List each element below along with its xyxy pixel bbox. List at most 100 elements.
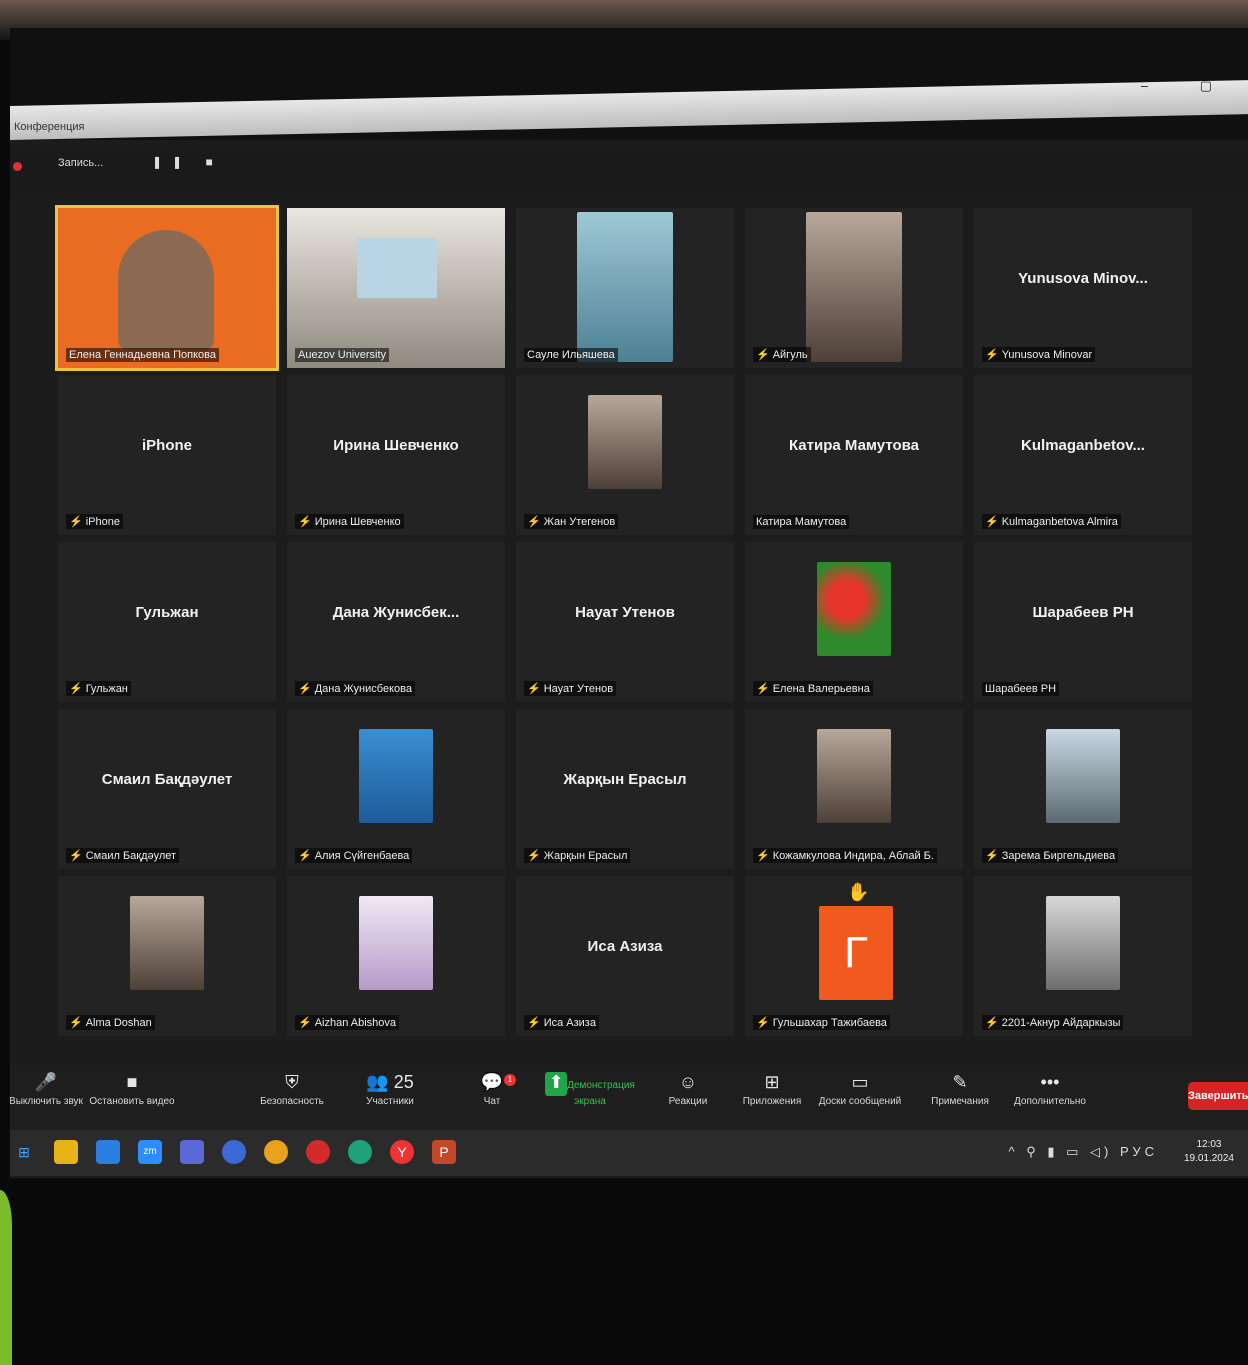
participant-label-text: Дана Жунисбекова xyxy=(314,683,412,695)
participant-label: Катира Мамутова xyxy=(753,515,850,529)
security-icon: ⛨ xyxy=(285,1072,299,1092)
participant-label-text: Ирина Шевченко xyxy=(314,516,401,528)
participant-label: ⚡ Алия Сүйгенбаева xyxy=(295,848,413,863)
participants-button[interactable]: 👥 25 Участники xyxy=(340,1072,440,1107)
participant-gallery: Елена Геннадьевна Попкова Auezov Universi… xyxy=(55,205,1206,1048)
notes-icon: ✎ xyxy=(952,1072,968,1092)
participant-name: Науат Утенов xyxy=(575,604,675,621)
participant-label-text: Жан Утегенов xyxy=(543,516,616,528)
participant-label-text: Алия Сүйгенбаева xyxy=(314,850,410,862)
start-icon[interactable]: ⊞ xyxy=(12,1140,36,1164)
store-icon[interactable] xyxy=(96,1140,120,1164)
participant-tile[interactable]: Kulmaganbetov... ⚡ Kulmaganbetova Almira xyxy=(974,375,1192,535)
participant-label: ⚡ 2201-Акнур Айдаркызы xyxy=(982,1015,1124,1030)
toolbar-label: Участники xyxy=(366,1096,414,1107)
participant-tile[interactable]: Сауле Ильяшева xyxy=(516,208,734,368)
toolbar-label: Чат xyxy=(483,1096,501,1107)
tray-icons[interactable]: ^ ⚲ ▮ ▭ ◁) xyxy=(1008,1144,1112,1159)
participant-label: Auezov University xyxy=(295,348,390,362)
participant-tile[interactable]: Дана Жунисбек... ⚡ Дана Жунисбекова xyxy=(287,542,505,702)
teams-icon[interactable] xyxy=(180,1140,204,1164)
participant-label: ⚡ Айгуль xyxy=(753,347,811,362)
participant-tile[interactable]: Г ✋ ⚡ Гульшахар Тажибаева xyxy=(745,876,963,1036)
clock-date: 19.01.2024 xyxy=(1183,1153,1234,1164)
stop-video-button[interactable]: ■ Остановить видео xyxy=(82,1072,182,1107)
browser-icon[interactable] xyxy=(222,1140,246,1164)
participant-tile[interactable]: Auezov University xyxy=(287,208,505,368)
participant-tile[interactable]: Гульжан ⚡ Гульжан xyxy=(58,542,276,702)
notes-button[interactable]: ✎ Примечания xyxy=(910,1072,1010,1107)
powerpoint-icon[interactable]: P xyxy=(432,1140,456,1164)
participant-tile[interactable]: Иса Азиза ⚡ Иса Азиза xyxy=(516,876,734,1036)
participant-video xyxy=(1046,729,1120,823)
participant-label-text: Иса Азиза xyxy=(543,1017,596,1029)
participant-name: Дана Жунисбек... xyxy=(332,604,460,621)
participant-label: ⚡ Иса Азиза xyxy=(524,1015,599,1030)
participant-tile[interactable]: Науат Утенов ⚡ Науат Утенов xyxy=(516,542,734,702)
chat-button[interactable]: 💬 Чат 1 xyxy=(442,1072,542,1107)
participant-tile[interactable]: ⚡ 2201-Акнур Айдаркызы xyxy=(974,876,1192,1036)
participant-video xyxy=(359,896,433,990)
whiteboards-button[interactable]: ▭ Доски сообщений xyxy=(810,1072,910,1107)
mic-muted-icon: ⚡ xyxy=(985,516,999,528)
participant-label-text: Елена Валерьевна xyxy=(772,683,870,695)
participant-label: Шарабеев РН xyxy=(982,682,1060,696)
participant-video xyxy=(130,896,204,990)
mic-muted-icon: ⚡ xyxy=(527,1017,541,1029)
participant-label: ⚡ iPhone xyxy=(66,514,123,529)
meeting-toolbar: Завершить 🎤 Выключить звук ■ Остановить вид… xyxy=(10,1066,1248,1130)
participant-tile[interactable]: ⚡ Айгуль xyxy=(745,208,963,368)
participant-name: Жарқын Ерасыл xyxy=(563,771,687,788)
apps-button[interactable]: ⊞ Приложения xyxy=(722,1072,822,1107)
explorer-icon[interactable] xyxy=(54,1140,78,1164)
participant-tile[interactable]: Катира Мамутова Катира Мамутова xyxy=(745,375,963,535)
participant-name: Катира Мамутова xyxy=(788,437,920,454)
chrome-icon[interactable] xyxy=(264,1140,288,1164)
mic-muted-icon: ⚡ xyxy=(527,850,541,862)
participant-tile[interactable]: ⚡ Alma Doshan xyxy=(58,876,276,1036)
participant-tile[interactable]: ⚡ Aizhan Abishova xyxy=(287,876,505,1036)
participant-tile[interactable]: ⚡ Алия Сүйгенбаева xyxy=(287,709,505,869)
participant-label-text: iPhone xyxy=(85,516,120,528)
yandex-icon[interactable]: Y xyxy=(390,1140,414,1164)
participant-tile[interactable]: Yunusova Minov... ⚡ Yunusova Minovar xyxy=(974,208,1192,368)
participant-label: ⚡ Yunusova Minovar xyxy=(982,347,1096,362)
edge-icon[interactable] xyxy=(348,1140,372,1164)
participant-tile[interactable]: iPhone ⚡ iPhone xyxy=(58,375,276,535)
opera-icon[interactable] xyxy=(306,1140,330,1164)
window-controls[interactable]: – ▢ xyxy=(1141,78,1236,94)
participant-label: ⚡ Науат Утенов xyxy=(524,681,617,696)
participant-label: ⚡ Дана Жунисбекова xyxy=(295,681,415,696)
participant-tile[interactable]: Жарқын Ерасыл ⚡ Жарқын Ерасыл xyxy=(516,709,734,869)
clock[interactable]: 12:03 19.01.2024 xyxy=(1184,1138,1234,1166)
language-indicator[interactable]: РУС xyxy=(1120,1144,1158,1159)
participant-label: ⚡ Смаил Бақдәулет xyxy=(66,848,180,863)
participant-tile[interactable]: Шарабеев РН Шарабеев РН xyxy=(974,542,1192,702)
participant-label-text: Катира Мамутова xyxy=(756,516,847,528)
apps-icon: ⊞ xyxy=(764,1072,780,1092)
toolbar-label: Демонстрация экрана xyxy=(567,1080,635,1107)
more-button[interactable]: ••• Дополнительно xyxy=(1000,1072,1100,1107)
end-meeting-button[interactable]: Завершить xyxy=(1188,1082,1248,1110)
participant-tile[interactable]: ⚡ Кожамкулова Индира, Аблай Б. xyxy=(745,709,963,869)
participant-tile[interactable]: Ирина Шевченко ⚡ Ирина Шевченко xyxy=(287,375,505,535)
participant-tile[interactable]: Елена Геннадьевна Попкова xyxy=(55,205,279,371)
share-screen-button[interactable]: ⬆ Демонстрация экрана xyxy=(540,1072,640,1107)
chat-badge: 1 xyxy=(504,1074,516,1086)
security-button[interactable]: ⛨ Безопасность xyxy=(242,1072,342,1107)
recording-controls[interactable]: ❚❚ ■ xyxy=(152,155,223,169)
participant-label: ⚡ Елена Валерьевна xyxy=(753,681,873,696)
mic-muted-icon: ⚡ xyxy=(985,1017,999,1029)
participant-label: ⚡ Kulmaganbetova Almira xyxy=(982,514,1121,529)
participant-label-text: Alma Doshan xyxy=(85,1017,152,1029)
zoom-icon[interactable]: zm xyxy=(138,1140,162,1164)
system-tray[interactable]: ^ ⚲ ▮ ▭ ◁) РУС xyxy=(1008,1144,1158,1160)
participant-tile[interactable]: Смаил Бақдәулет ⚡ Смаил Бақдәулет xyxy=(58,709,276,869)
more-icon: ••• xyxy=(1040,1072,1060,1092)
participant-video xyxy=(1046,896,1120,990)
mic-muted-icon: ⚡ xyxy=(527,516,541,528)
participant-tile[interactable]: ⚡ Елена Валерьевна xyxy=(745,542,963,702)
mic-muted-icon: ⚡ xyxy=(527,683,541,695)
participant-tile[interactable]: ⚡ Жан Утегенов xyxy=(516,375,734,535)
participant-tile[interactable]: ⚡ Зарема Биргельдиева xyxy=(974,709,1192,869)
